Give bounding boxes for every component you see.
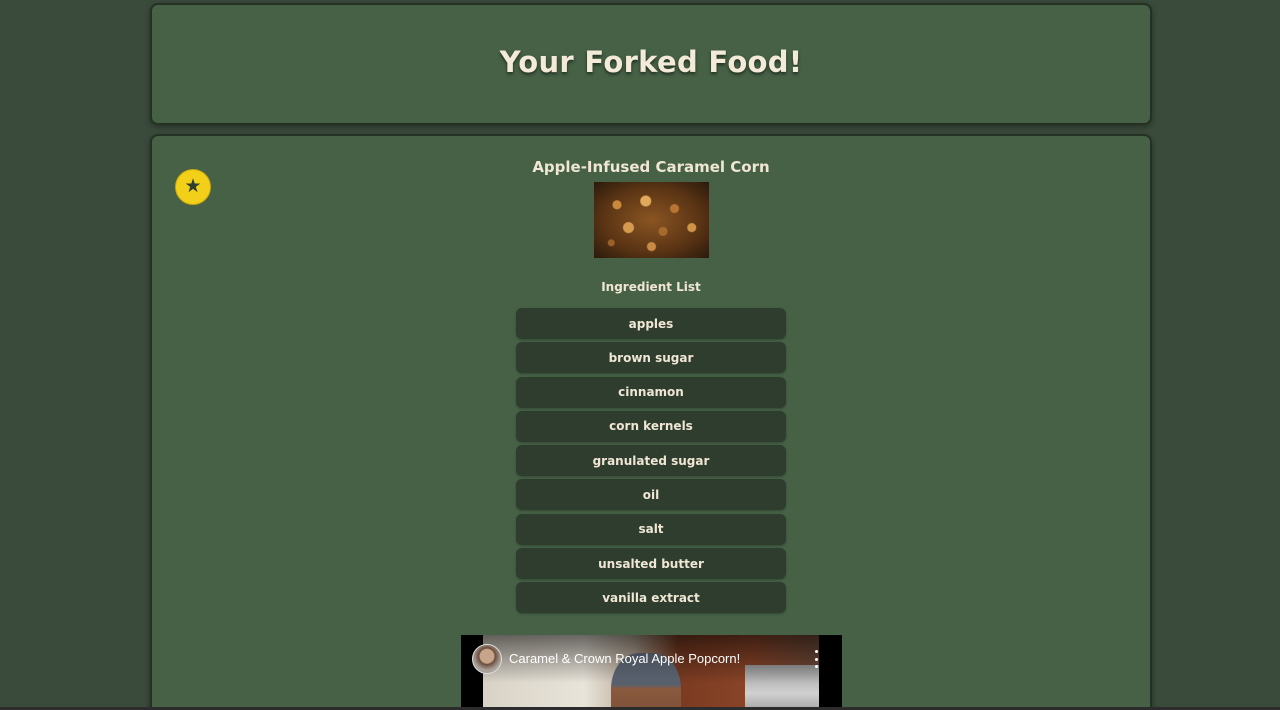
page: Your Forked Food! ★ Apple-Infused Carame… [0, 0, 1280, 710]
ingredient-list-heading: Ingredient List [601, 280, 701, 294]
ingredient-item: unsalted butter [516, 548, 786, 580]
star-icon: ★ [184, 174, 202, 197]
video-embed[interactable]: Caramel & Crown Royal Apple Popcorn! [461, 635, 842, 710]
recipe-title: Apple-Infused Caramel Corn [532, 158, 770, 176]
recipe-card: ★ Apple-Infused Caramel Corn Ingredient … [150, 134, 1152, 710]
recipe-image [594, 182, 709, 258]
ingredient-item: corn kernels [516, 410, 786, 442]
page-title: Your Forked Food! [499, 45, 803, 79]
header-card: Your Forked Food! [150, 3, 1152, 125]
ingredient-item: apples [516, 308, 786, 339]
video-title[interactable]: Caramel & Crown Royal Apple Popcorn! [509, 651, 740, 666]
ingredient-item: vanilla extract [516, 582, 786, 614]
ingredient-item: cinnamon [516, 376, 786, 408]
ingredient-item: brown sugar [516, 342, 786, 374]
channel-avatar[interactable] [472, 644, 502, 674]
ingredient-item: granulated sugar [516, 445, 786, 477]
ingredient-item: salt [516, 513, 786, 545]
ingredient-item: oil [516, 479, 786, 511]
ingredient-list: apples brown sugar cinnamon corn kernels… [516, 308, 786, 617]
more-vertical-icon[interactable] [812, 650, 820, 668]
